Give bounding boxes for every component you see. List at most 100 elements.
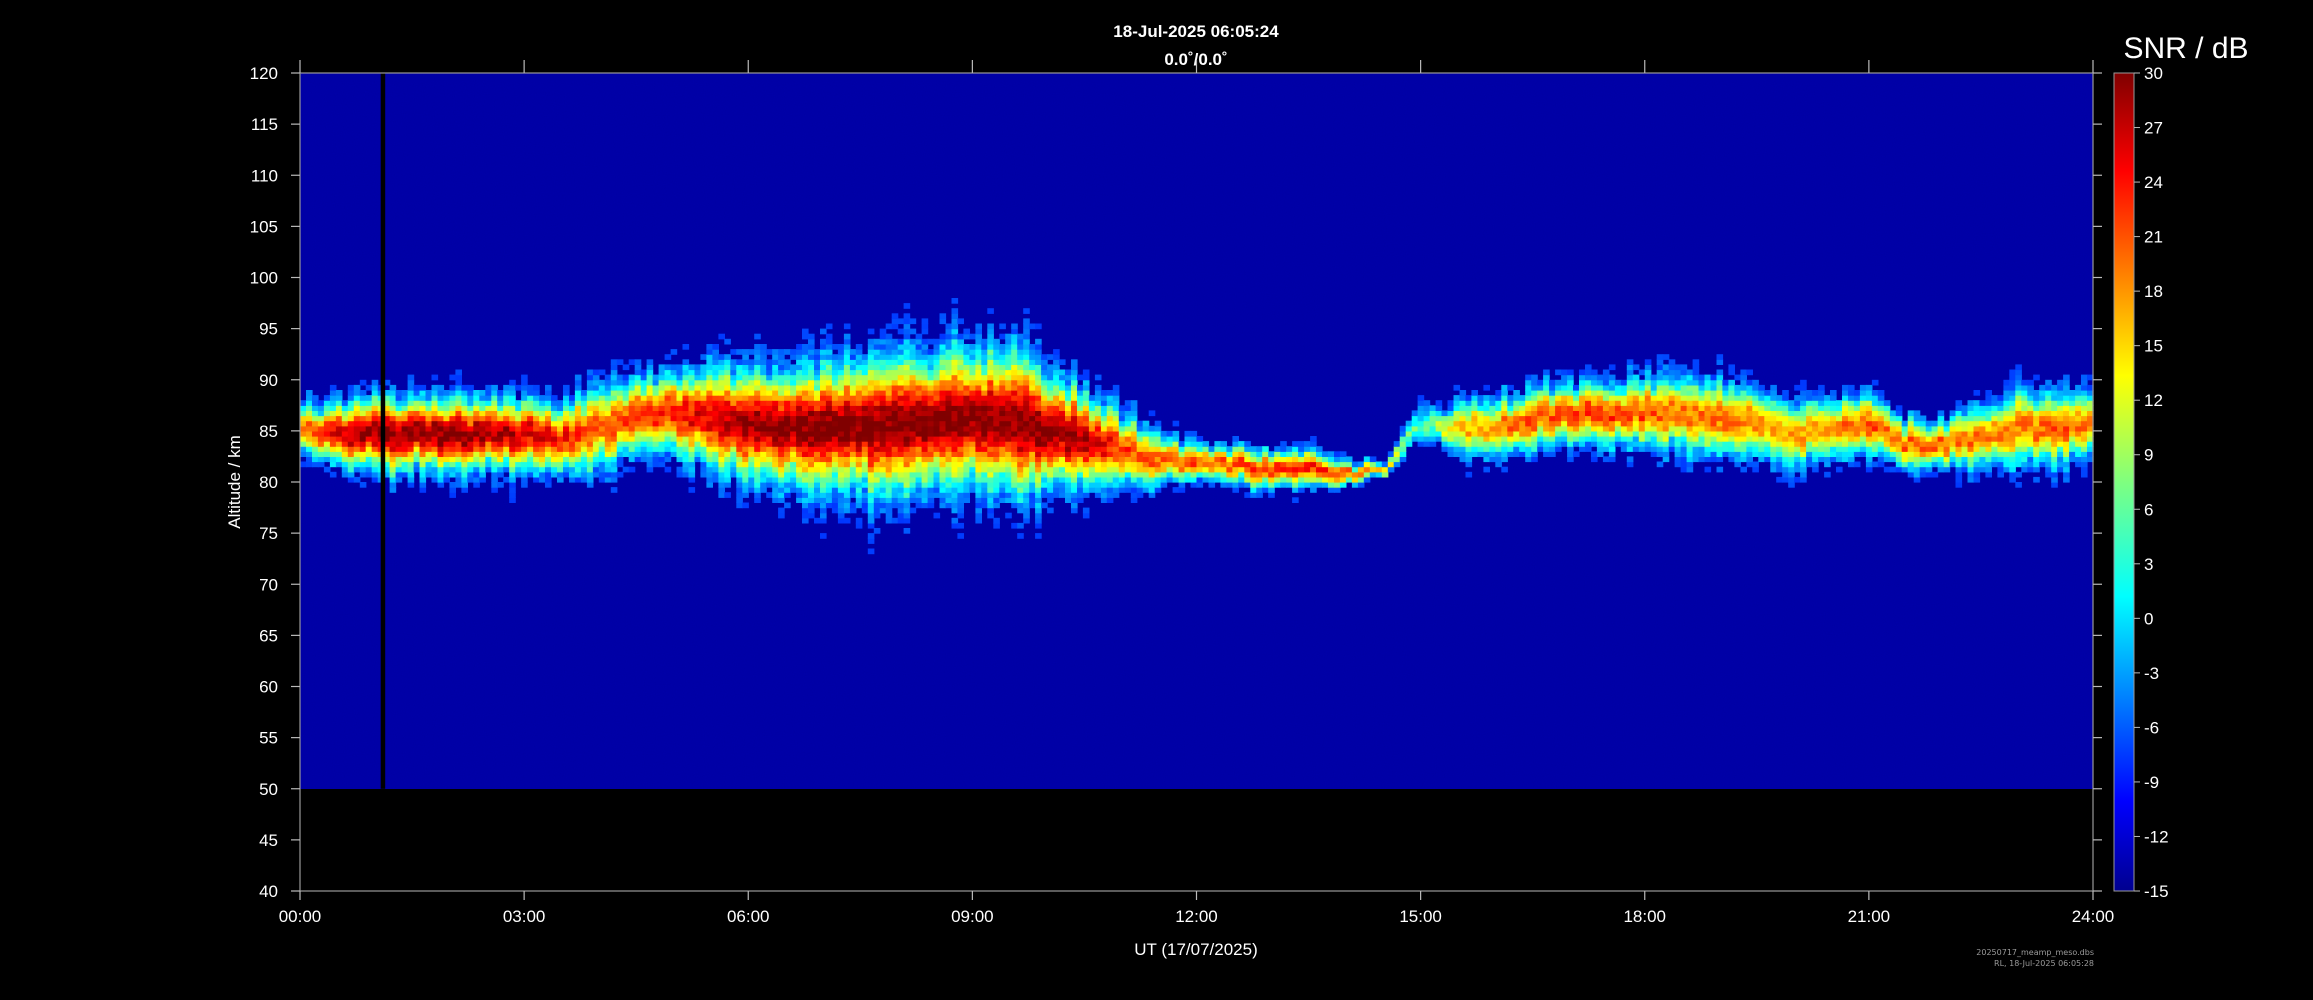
- heat-cell: [1106, 492, 1114, 498]
- heat-cell: [951, 374, 959, 381]
- heat-cell: [909, 487, 917, 493]
- chart-title: 18-Jul-2025 06:05:24: [1113, 22, 1279, 41]
- heat-cell: [1573, 420, 1580, 427]
- heat-cell: [766, 482, 773, 488]
- heat-cell: [885, 466, 893, 473]
- heat-cell: [1632, 364, 1640, 371]
- heat-cell: [1644, 446, 1652, 452]
- heat-cell: [802, 441, 809, 447]
- heat-cell: [999, 400, 1006, 406]
- heat-cell: [1047, 364, 1054, 371]
- heat-cell: [580, 420, 588, 427]
- heat-cell: [951, 507, 959, 514]
- heat-cell: [1304, 441, 1311, 447]
- heat-cell: [1226, 451, 1233, 457]
- heat-cell: [1471, 395, 1478, 401]
- heat-cell: [831, 420, 839, 427]
- heat-cell: [329, 390, 337, 396]
- heat-cell: [963, 328, 970, 335]
- heat-cell: [1758, 405, 1765, 411]
- heat-cell: [784, 420, 791, 427]
- heat-cell: [563, 400, 570, 406]
- heat-cell: [1065, 400, 1072, 406]
- heat-cell: [1722, 379, 1729, 386]
- heat-cell: [909, 446, 917, 452]
- heat-cell: [676, 384, 684, 391]
- heat-cell: [455, 456, 462, 463]
- heat-cell: [1782, 471, 1789, 478]
- heat-cell: [1094, 425, 1102, 432]
- heat-cell: [730, 456, 737, 463]
- heat-cell: [772, 390, 779, 396]
- heat-cell: [718, 415, 725, 422]
- heat-cell: [622, 364, 630, 371]
- heat-cell: [1489, 405, 1496, 411]
- heat-cell: [533, 415, 540, 422]
- heat-cell: [1011, 461, 1018, 468]
- heat-cell: [1100, 461, 1108, 468]
- heat-cell: [849, 405, 857, 411]
- heat-cell: [796, 415, 803, 422]
- heat-cell: [885, 517, 893, 524]
- heat-cell: [1005, 420, 1012, 427]
- heat-cell: [1017, 471, 1024, 478]
- heat-cell: [688, 379, 696, 386]
- heat-cell: [724, 415, 731, 422]
- heat-cell: [1429, 420, 1437, 427]
- heat-cell: [676, 446, 684, 452]
- heat-cell: [1142, 456, 1150, 463]
- heat-cell: [1035, 395, 1042, 401]
- heat-cell: [969, 456, 976, 463]
- heat-cell: [778, 471, 785, 478]
- heat-cell: [1017, 522, 1024, 529]
- heat-cell: [539, 441, 546, 447]
- heat-cell: [1644, 374, 1652, 381]
- heat-cell: [1023, 482, 1030, 488]
- heat-cell: [1561, 400, 1568, 406]
- heat-cell: [306, 461, 313, 468]
- heat-cell: [497, 451, 504, 457]
- heat-cell: [646, 420, 654, 427]
- heat-cell: [796, 492, 803, 498]
- heat-cell: [897, 405, 905, 411]
- heat-cell: [1059, 482, 1066, 488]
- heat-cell: [1746, 456, 1753, 463]
- heat-cell: [837, 354, 845, 360]
- heat-cell: [574, 415, 582, 422]
- heat-cell: [1304, 482, 1311, 488]
- heat-cell: [796, 359, 803, 365]
- heat-cell: [1393, 446, 1401, 452]
- heat-cell: [969, 430, 976, 437]
- heat-cell: [1788, 430, 1795, 437]
- heat-cell: [975, 323, 982, 330]
- heat-cell: [963, 390, 970, 396]
- heat-cell: [825, 349, 833, 355]
- heat-cell: [634, 379, 642, 386]
- heat-cell: [963, 384, 970, 391]
- heat-cell: [1800, 446, 1807, 452]
- heat-cell: [688, 430, 696, 437]
- heat-cell: [1106, 482, 1114, 488]
- heat-cell: [1704, 415, 1712, 422]
- heat-cell: [598, 451, 606, 457]
- heat-cell: [879, 354, 887, 360]
- heat-cell: [521, 441, 528, 447]
- heat-cell: [855, 364, 863, 371]
- heat-cell: [999, 349, 1006, 355]
- heat-cell: [1459, 436, 1467, 442]
- heat-cell: [987, 471, 994, 478]
- heat-cell: [927, 349, 935, 355]
- heat-cell: [389, 471, 397, 478]
- heat-cell: [1722, 436, 1729, 442]
- heat-cell: [1196, 441, 1204, 447]
- heat-cell: [736, 369, 743, 376]
- heat-cell: [1704, 400, 1712, 406]
- heat-cell: [431, 466, 439, 473]
- heat-cell: [1160, 461, 1168, 468]
- heat-cell: [610, 466, 618, 473]
- heat-cell: [431, 410, 439, 417]
- heat-cell: [700, 354, 707, 360]
- heat-cell: [1411, 430, 1419, 437]
- heat-cell: [1029, 400, 1036, 406]
- heat-cell: [634, 364, 642, 371]
